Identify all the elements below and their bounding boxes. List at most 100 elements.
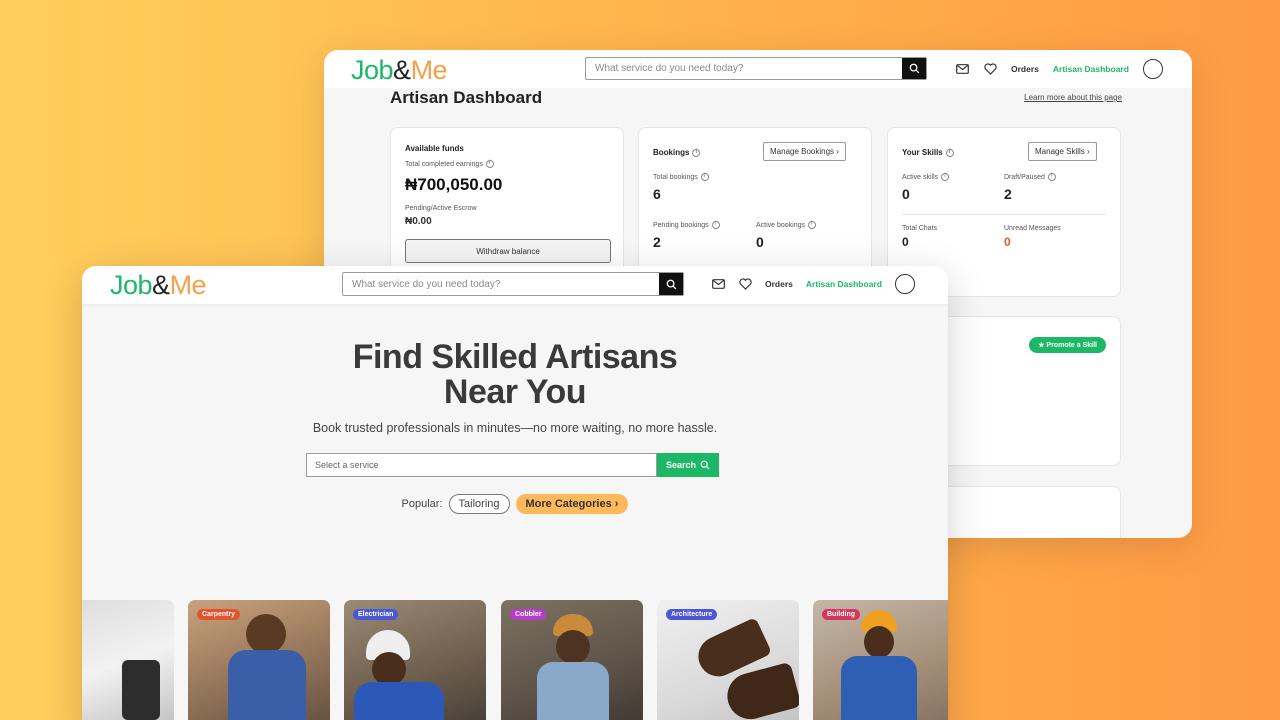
logo-job: Job (110, 270, 153, 300)
total-bookings-value: 6 (653, 186, 661, 202)
tile-image (556, 630, 590, 664)
nav-search: What service do you need today? (342, 272, 684, 296)
search-icon (909, 63, 919, 74)
info-icon[interactable] (808, 221, 817, 229)
logo-job: Job (351, 55, 394, 85)
unread-value: 0 (1004, 235, 1011, 249)
heart-icon[interactable] (983, 62, 997, 76)
manage-skills-button[interactable]: Manage Skills › (1028, 142, 1097, 161)
mail-icon[interactable] (955, 62, 969, 76)
tile-image (841, 656, 917, 720)
escrow-label: Pending/Active Escrow (405, 205, 477, 212)
withdraw-button[interactable]: Withdraw balance (405, 239, 611, 263)
info-icon[interactable] (485, 160, 494, 168)
category-tile-plumbing[interactable] (82, 600, 174, 720)
category-tag: Cobbler (510, 609, 547, 620)
draft-value: 2 (1004, 186, 1012, 202)
nav-orders-link[interactable]: Orders (1011, 64, 1039, 74)
category-tag: Carpentry (197, 609, 241, 620)
tile-image (122, 660, 160, 720)
logo-me: Me (169, 270, 207, 300)
active-bookings-label: Active bookings (756, 221, 817, 229)
category-tile-architecture[interactable]: Architecture (657, 600, 799, 720)
info-icon[interactable] (692, 148, 701, 157)
draft-label: Draft/Paused (1004, 173, 1056, 181)
active-bookings-value: 0 (756, 234, 764, 250)
escrow-value: ₦0.00 (405, 216, 432, 227)
total-bookings-label: Total bookings (653, 173, 709, 181)
logo-ampersand: & (393, 55, 411, 85)
hero-subtitle: Book trusted professionals in minutes—no… (312, 421, 718, 435)
category-tiles: Carpentry Electrician Cobbler Architectu… (82, 600, 948, 720)
info-icon[interactable] (711, 221, 720, 229)
nav-search-input[interactable]: What service do you need today? (586, 58, 902, 79)
chevron-right-icon: › (1087, 147, 1090, 156)
nav-dashboard-link[interactable]: Artisan Dashboard (1053, 64, 1129, 74)
total-bookings-label-text: Total bookings (653, 173, 698, 181)
tile-image (354, 682, 444, 720)
pending-bookings-label: Pending bookings (653, 221, 720, 229)
service-search-button[interactable]: Search (657, 453, 719, 477)
promote-skill-button[interactable]: ★ Promote a Skill (1029, 337, 1106, 353)
pending-bookings-value: 2 (653, 234, 661, 250)
search-icon (666, 279, 676, 289)
logo[interactable]: Job&Me (351, 55, 448, 85)
category-tag: Building (822, 609, 860, 620)
logo[interactable]: Job&Me (110, 270, 207, 300)
nav-actions: Orders Artisan Dashboard (711, 274, 915, 294)
earnings-value: ₦700,050.00 (405, 175, 503, 194)
info-icon[interactable] (945, 148, 954, 157)
funds-title: Available funds (405, 144, 464, 153)
info-icon[interactable] (941, 173, 950, 181)
chevron-right-icon: › (614, 498, 619, 510)
chevron-right-icon: › (836, 147, 839, 156)
nav-search-input[interactable]: What service do you need today? (343, 273, 659, 295)
chats-value: 0 (902, 235, 909, 249)
mail-icon[interactable] (711, 277, 725, 291)
service-search-input[interactable]: Select a service (306, 453, 657, 477)
info-icon[interactable] (700, 173, 709, 181)
skills-title: Your Skills (902, 148, 954, 157)
nav-orders-link[interactable]: Orders (765, 279, 793, 289)
tile-image (228, 650, 306, 720)
hero-title-line2: Near You (443, 373, 587, 411)
nav-search: What service do you need today? (585, 57, 927, 80)
popular-chip-tailoring[interactable]: Tailoring (448, 494, 510, 514)
search-button-label: Search (665, 460, 697, 470)
landing-window: Job&Me What service do you need today? O… (82, 266, 948, 720)
category-tag: Electrician (353, 609, 399, 620)
popular-row: Popular: Tailoring More Categories › (82, 494, 948, 514)
bookings-title-text: Bookings (653, 148, 690, 157)
active-skills-label: Active skills (902, 173, 950, 181)
category-tile-electrician[interactable]: Electrician (344, 600, 486, 720)
tile-image (246, 614, 286, 654)
category-tag: Architecture (666, 609, 718, 620)
tile-image (864, 626, 894, 658)
manage-bookings-label: Manage Bookings (770, 147, 835, 156)
category-tile-building[interactable]: Building (813, 600, 948, 720)
avatar[interactable] (894, 274, 915, 294)
active-skills-value: 0 (902, 186, 910, 202)
heart-icon[interactable] (738, 277, 752, 291)
learn-more-link[interactable]: Learn more about this page (1024, 93, 1122, 102)
bookings-title: Bookings (653, 148, 701, 157)
draft-label-text: Draft/Paused (1004, 173, 1045, 181)
category-tile-carpentry[interactable]: Carpentry (188, 600, 330, 720)
skills-title-text: Your Skills (902, 148, 943, 157)
search-icon (700, 460, 710, 470)
chats-label: Total Chats (902, 225, 938, 232)
manage-bookings-button[interactable]: Manage Bookings › (763, 142, 846, 161)
more-categories-button[interactable]: More Categories › (515, 494, 629, 514)
active-bookings-label-text: Active bookings (756, 221, 806, 229)
more-categories-label: More Categories (525, 498, 612, 510)
nav-dashboard-link[interactable]: Artisan Dashboard (806, 279, 882, 289)
nav-search-button[interactable] (902, 58, 926, 79)
landing-navbar: Job&Me What service do you need today? O… (82, 266, 948, 304)
info-icon[interactable] (1047, 173, 1056, 181)
hero-title-line1: Find Skilled Artisans (352, 338, 678, 376)
avatar[interactable] (1142, 59, 1163, 79)
nav-search-button[interactable] (659, 273, 683, 295)
nav-actions: Orders Artisan Dashboard (955, 59, 1163, 79)
manage-skills-label: Manage Skills (1035, 147, 1085, 156)
category-tile-cobbler[interactable]: Cobbler (501, 600, 643, 720)
